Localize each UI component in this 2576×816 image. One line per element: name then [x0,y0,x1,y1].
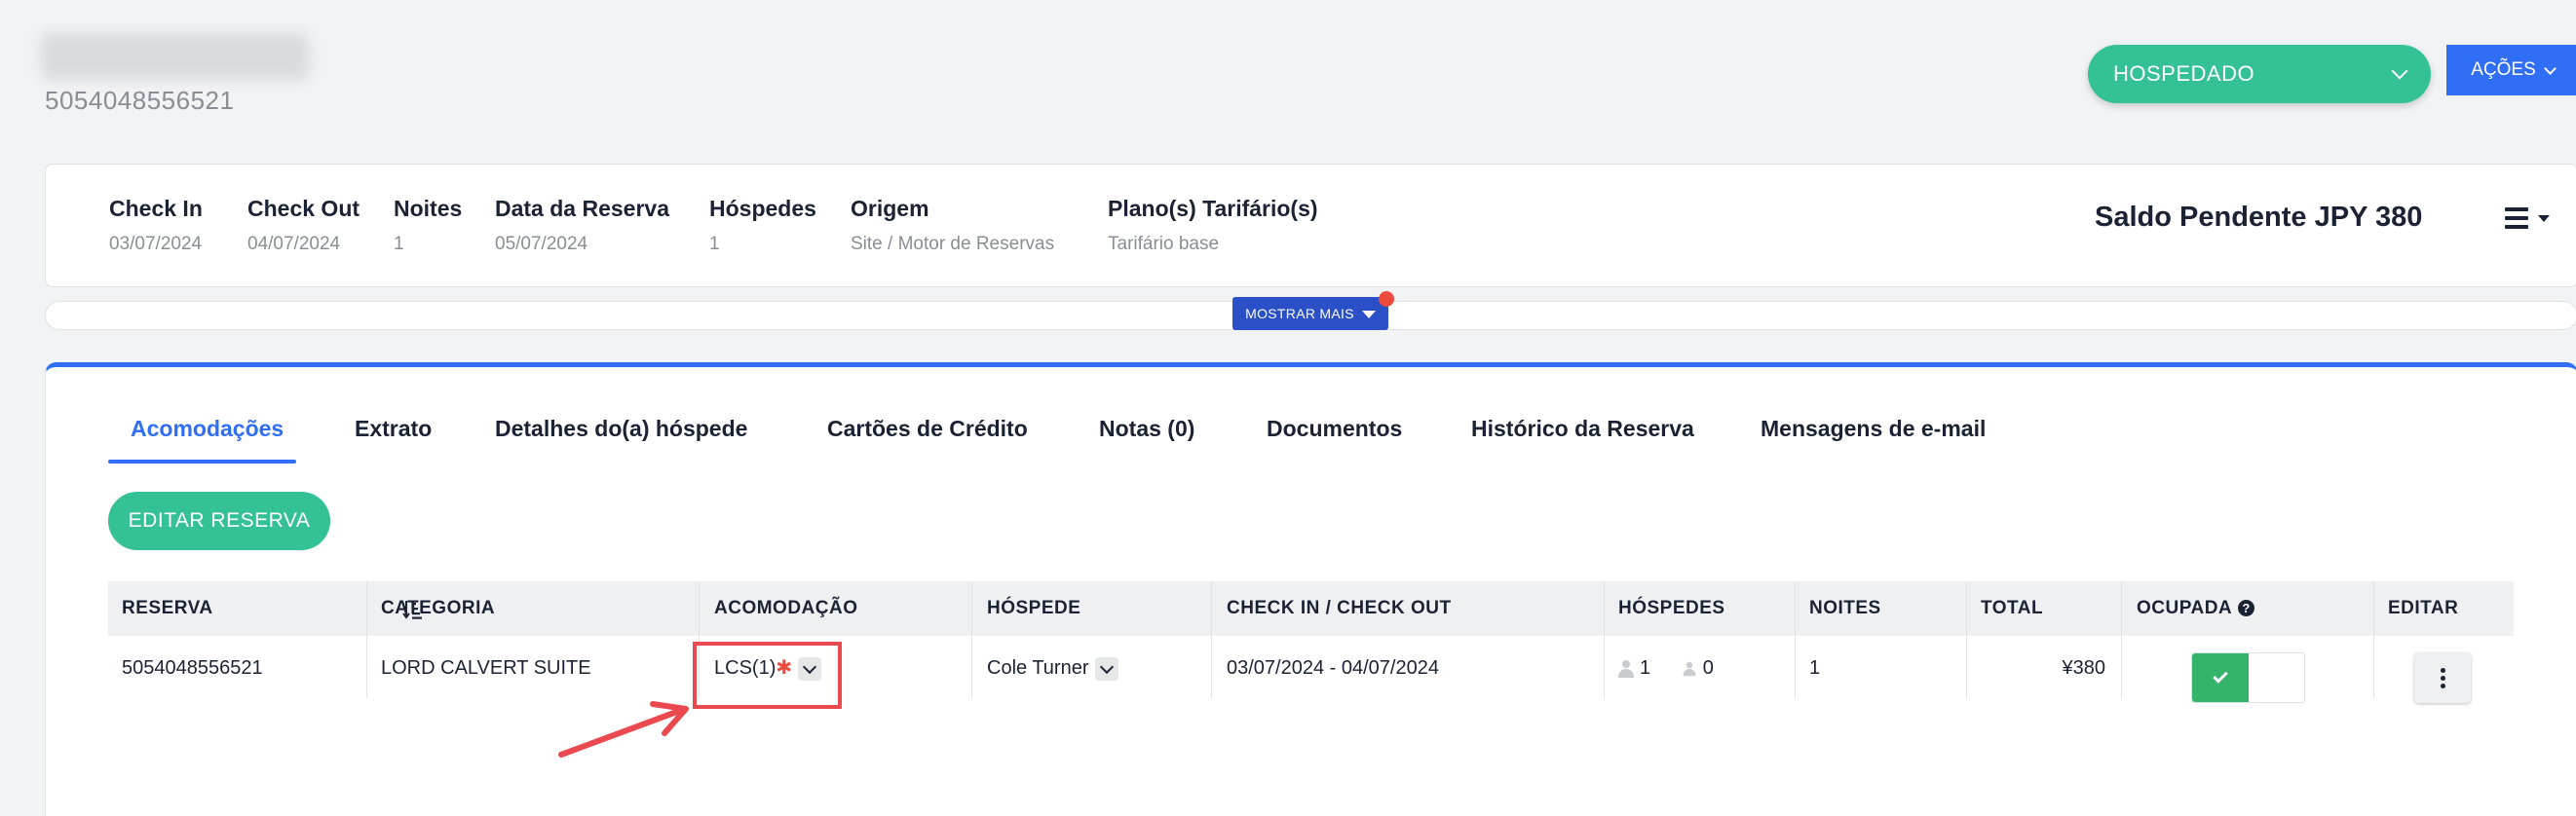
table-row: 5054048556521 LORD CALVERT SUITE LCS(1)✱… [108,636,2514,700]
column-header-ocupada-label: OCUPADA [2137,598,2233,618]
chevron-down-icon [2391,62,2408,80]
cell-reserva: 5054048556521 [122,657,263,679]
summary-label: Check In [109,196,203,221]
summary-nights: Noites 1 [394,196,462,255]
summary-guests: Hóspedes 1 [709,196,816,255]
column-header-checkin-checkout: CHECK IN / CHECK OUT [1227,598,1452,618]
guest-name-blurred [41,33,309,80]
hamburger-icon [2505,207,2528,234]
actions-label: AÇÕES [2471,59,2536,80]
reservation-id: 5054048556521 [45,86,235,115]
tab-acomodacoes[interactable]: Acomodações [131,416,284,442]
column-header-reserva[interactable]: RESERVA [122,581,213,636]
summary-rate-plan: Plano(s) Tarifário(s) Tarifário base [1108,196,1318,255]
column-header-ocupada: OCUPADA? [2137,581,2255,636]
cell-hospede[interactable]: Cole Turner [987,636,1118,700]
help-icon[interactable]: ? [2238,600,2255,617]
adults-count: 1 [1640,657,1651,679]
reservation-details-card: Acomodações Extrato Detalhes do(a) hóspe… [45,362,2576,816]
column-header-acomodacao: ACOMODAÇÃO [714,598,858,618]
column-header-editar: EDITAR [2388,598,2459,618]
chevron-down-icon[interactable] [1094,656,1118,681]
tab-documentos[interactable]: Documentos [1267,416,1402,442]
column-header-total: TOTAL [1981,598,2044,618]
summary-label: Check Out [247,196,360,221]
pending-balance: Saldo Pendente JPY 380 [2095,202,2423,233]
table-header: RESERVA CATEGORIA ACOMODAÇÃO HÓSPEDE CHE… [108,581,2514,698]
summary-label: Noites [394,196,463,221]
chevron-down-icon [2543,61,2557,75]
summary-value: Site / Motor de Reservas [851,234,1055,254]
annotation-highlight-box [693,642,842,709]
occupied-toggle[interactable] [2191,652,2305,703]
cell-hospedes: 1 0 [1618,636,1714,700]
summary-label: Origem [851,196,929,221]
row-options-button[interactable] [2414,652,2471,703]
summary-check-out: Check Out 04/07/2024 [247,196,360,255]
summary-label: Data da Reserva [495,196,669,221]
cell-categoria: LORD CALVERT SUITE [381,657,591,679]
summary-value: 03/07/2024 [109,234,203,254]
tab-extrato[interactable]: Extrato [355,416,432,442]
show-more-label: MOSTRAR MAIS [1245,306,1354,321]
summary-menu-button[interactable] [2505,205,2554,235]
status-dropdown[interactable]: HOSPEDADO [2088,45,2431,103]
active-tab-indicator [108,460,296,464]
cell-datas: 03/07/2024 - 04/07/2024 [1227,657,1439,679]
adult-icon [1618,659,1634,678]
show-more-button[interactable]: MOSTRAR MAIS [1232,297,1388,330]
tab-mensagens-email[interactable]: Mensagens de e-mail [1761,416,1986,442]
summary-label: Plano(s) Tarifário(s) [1108,196,1318,221]
summary-check-in: Check In 03/07/2024 [109,196,203,255]
summary-value: 05/07/2024 [495,234,588,254]
toggle-on-segment [2192,653,2249,702]
annotation-arrow-icon [558,701,689,758]
summary-value: 1 [709,234,720,254]
summary-value: Tarifário base [1108,234,1220,254]
summary-booking-date: Data da Reserva 05/07/2024 [495,196,669,255]
column-header-hospede: HÓSPEDE [987,598,1081,618]
tab-cartoes-credito[interactable]: Cartões de Crédito [827,416,1028,442]
column-header-hospedes: HÓSPEDES [1618,598,1725,618]
cell-noites: 1 [1809,657,1821,679]
child-icon [1683,661,1696,676]
summary-value: 1 [394,234,404,254]
cell-total: ¥380 [2062,657,2106,679]
column-header-categoria: CATEGORIA [381,598,496,618]
notification-dot [1379,291,1394,307]
summary-label: Hóspedes [709,196,816,221]
tab-historico[interactable]: Histórico da Reserva [1471,416,1694,442]
column-header-noites: NOITES [1809,598,1881,618]
summary-origin: Origem Site / Motor de Reservas [851,196,1054,255]
reservation-summary-card: Check In 03/07/2024 Check Out 04/07/2024… [45,164,2576,287]
tab-notas[interactable]: Notas (0) [1099,416,1194,442]
caret-down-icon [2538,215,2550,222]
children-count: 0 [1702,657,1714,679]
check-icon [2213,668,2228,684]
summary-value: 04/07/2024 [247,234,341,254]
edit-reservation-button[interactable]: EDITAR RESERVA [108,492,330,550]
guest-name: Cole Turner [987,657,1089,679]
tab-detalhes-hospede[interactable]: Detalhes do(a) hóspede [495,416,747,442]
actions-button[interactable]: AÇÕES [2446,45,2576,95]
status-label: HOSPEDADO [2113,61,2255,86]
caret-down-icon [1361,311,1376,318]
